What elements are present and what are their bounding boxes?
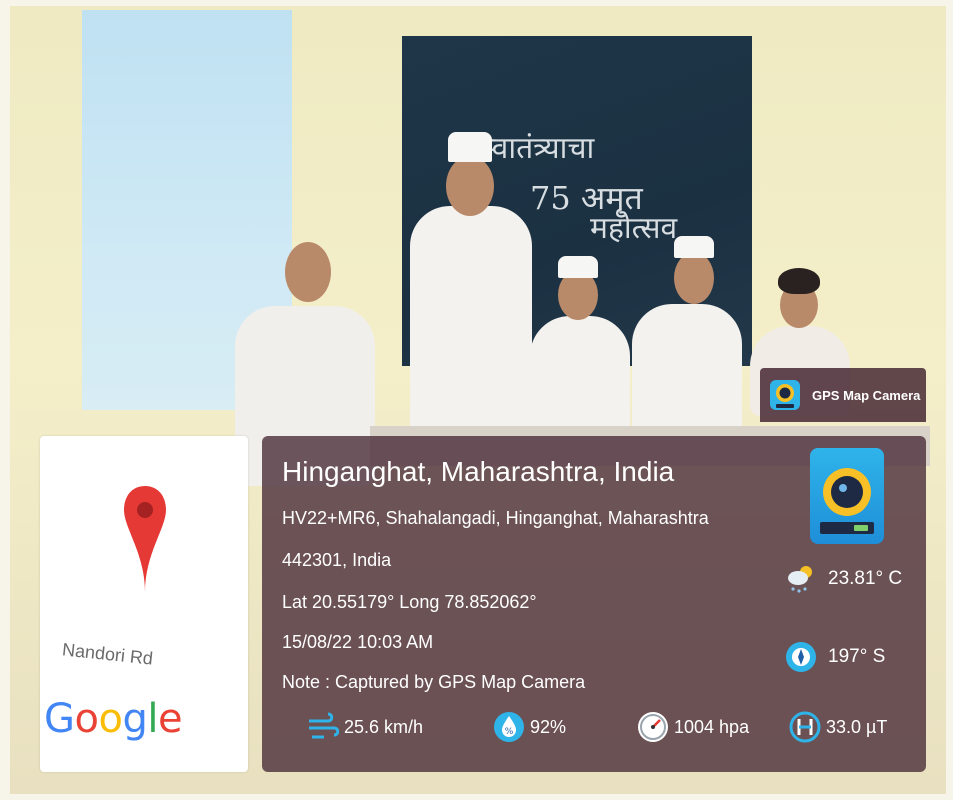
- humidity-value: 92%: [530, 716, 567, 737]
- google-logo-letter: e: [157, 696, 183, 742]
- address-line1: HV22+MR6, Shahalangadi, Hinganghat, Maha…: [282, 508, 709, 528]
- camera-lens-icon: [820, 468, 874, 534]
- map-thumbnail: Nandori Rd Google: [40, 436, 248, 772]
- location-pin-icon: [124, 486, 166, 592]
- weather-cloud-icon: [788, 566, 812, 593]
- direction-value: 197° S: [828, 646, 886, 667]
- coordinates: Lat 20.55179° Long 78.852062°: [282, 592, 537, 612]
- magnetic-item: 33.0 µT: [788, 710, 887, 744]
- magnetic-value: 33.0 µT: [826, 716, 888, 737]
- board-text-line3: महोत्सव: [590, 211, 678, 246]
- wind-item: 25.6 km/h: [306, 710, 423, 744]
- seated-elder: [530, 316, 630, 436]
- temperature-item: 23.81° C: [784, 562, 902, 596]
- pressure-gauge-icon: [638, 712, 668, 742]
- magnetic-field-icon: [789, 711, 821, 743]
- speaking-man-head: [446, 156, 494, 216]
- compass-icon: [786, 642, 816, 672]
- board-text-line1: स्वातंत्र्याचा: [480, 131, 595, 166]
- location-info-panel: Hinganghat, Maharashtra, India HV22+MR6,…: [262, 436, 926, 772]
- seated-elder-cap: [558, 256, 598, 278]
- google-logo-letter: l: [147, 696, 158, 742]
- note: Note : Captured by GPS Map Camera: [282, 672, 586, 692]
- camera-app-icon: [770, 380, 800, 410]
- google-logo-letter: g: [122, 696, 148, 742]
- seated-man-lanyard-cap: [674, 236, 714, 258]
- seated-man-left-head: [285, 242, 331, 302]
- wind-value: 25.6 km/h: [344, 716, 424, 737]
- location-title: Hinganghat, Maharashtra, India: [282, 456, 675, 487]
- photo-frame: स्वातंत्र्याचा 75 अमृत महोत्सव GPS Map C…: [0, 0, 953, 800]
- datetime: 15/08/22 10:03 AM: [282, 632, 434, 652]
- speaking-man: [410, 206, 532, 446]
- gps-brand-tag: GPS Map Camera: [760, 368, 926, 422]
- wind-icon: [309, 712, 340, 739]
- seated-woman-hair: [778, 268, 820, 294]
- seated-man-lanyard-head: [674, 252, 714, 304]
- google-logo-letter: o: [74, 696, 99, 742]
- address-line2: 442301, India: [282, 550, 392, 570]
- pressure-value: 1004 hpa: [674, 716, 750, 737]
- humidity-item: % 92%: [492, 710, 566, 744]
- google-logo: Google: [44, 696, 183, 742]
- pressure-item: 1004 hpa: [636, 710, 749, 744]
- humidity-icon: %: [494, 712, 524, 742]
- temperature-value: 23.81° C: [828, 568, 903, 589]
- brand-label: GPS Map Camera: [812, 387, 921, 403]
- seated-man-lanyard: [632, 304, 742, 434]
- speaking-man-cap: [448, 132, 492, 162]
- map-road-label: Nandori Rd: [61, 639, 154, 669]
- google-logo-letter: o: [98, 696, 123, 742]
- direction-item: 197° S: [784, 640, 885, 674]
- google-logo-letter: G: [44, 696, 75, 742]
- svg-text:%: %: [505, 727, 514, 737]
- camera-app-logo: [810, 448, 884, 544]
